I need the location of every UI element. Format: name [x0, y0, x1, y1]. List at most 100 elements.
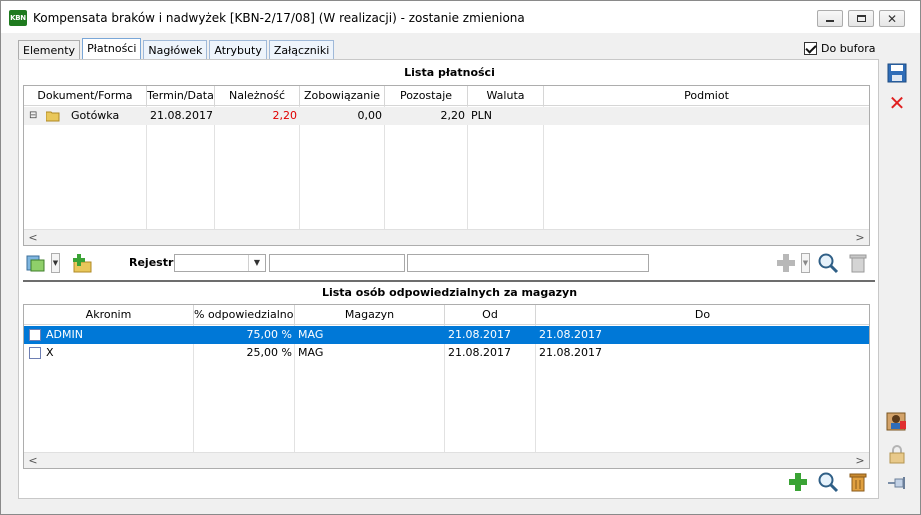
- trash-icon: [849, 473, 867, 492]
- add-responsible-button[interactable]: [786, 471, 810, 493]
- table-row[interactable]: ⊟ Gotówka 21.08.2017 2,20 0,00 2,20 PLN: [24, 107, 869, 125]
- od-cell: 21.08.2017: [448, 328, 511, 341]
- payment-entity: [544, 107, 869, 125]
- magnifier-icon: [818, 472, 839, 493]
- padlock-icon: [889, 445, 905, 464]
- settle-dropdown-button[interactable]: ▼: [51, 253, 60, 273]
- close-button[interactable]: ✕: [879, 10, 905, 27]
- add-button-disabled[interactable]: [774, 252, 798, 274]
- do-cell: 21.08.2017: [539, 328, 602, 341]
- col-do[interactable]: Do: [536, 305, 869, 325]
- users-icon: [886, 412, 906, 431]
- responsible-grid[interactable]: Akronim % odpowiedzialności Magazyn Od D…: [23, 304, 870, 469]
- bufor-checkbox[interactable]: [804, 42, 817, 55]
- folder-icon: [46, 107, 60, 125]
- payments-grid[interactable]: Dokument/Forma Termin/Data Należność Zob…: [23, 85, 870, 246]
- lock-button[interactable]: [885, 442, 909, 466]
- payments-header: Dokument/Forma Termin/Data Należność Zob…: [24, 86, 869, 106]
- rejestr-code-field[interactable]: [269, 254, 405, 272]
- payments-tab-panel: Lista płatności Dokument/Forma Termin/Da…: [18, 59, 879, 499]
- red-x-icon: ✕: [888, 91, 906, 115]
- pin-icon: [888, 477, 905, 489]
- app-logo-icon: KBN: [9, 10, 27, 26]
- plus-icon: [777, 254, 795, 272]
- col-waluta[interactable]: Waluta: [468, 86, 544, 106]
- payments-hscrollbar[interactable]: < >: [24, 229, 869, 245]
- rejestr-select[interactable]: ▼: [174, 254, 266, 272]
- responsible-header: Akronim % odpowiedzialności Magazyn Od D…: [24, 305, 869, 325]
- akronim-cell: X: [46, 346, 54, 359]
- add-payment-button[interactable]: [70, 252, 94, 274]
- title-bar: KBN Kompensata braków i nadwyżek [KBN-2/…: [1, 1, 920, 33]
- close-icon: ✕: [886, 11, 898, 26]
- trash-icon: [849, 254, 867, 273]
- col-termin[interactable]: Termin/Data: [147, 86, 215, 106]
- bufor-label: Do bufora: [821, 42, 876, 55]
- col-podmiot[interactable]: Podmiot: [544, 86, 869, 106]
- document-window: KBN Kompensata braków i nadwyżek [KBN-2/…: [0, 0, 921, 515]
- col-od[interactable]: Od: [445, 305, 536, 325]
- do-cell: 21.08.2017: [539, 346, 602, 359]
- tab-naglowek[interactable]: Nagłówek: [143, 40, 208, 60]
- col-pozostaje[interactable]: Pozostaje: [385, 86, 468, 106]
- od-cell: 21.08.2017: [448, 346, 511, 359]
- scroll-right-icon[interactable]: >: [853, 454, 867, 467]
- payment-currency: PLN: [471, 109, 492, 122]
- tab-atrybuty[interactable]: Atrybuty: [209, 40, 267, 60]
- row-checkbox[interactable]: [29, 347, 41, 359]
- maximize-button[interactable]: [848, 10, 874, 27]
- add-dropdown-button[interactable]: ▼: [801, 253, 810, 273]
- view-payment-button[interactable]: [816, 252, 840, 274]
- col-zobowiazanie[interactable]: Zobowiązanie: [300, 86, 385, 106]
- money-icon: [26, 255, 45, 272]
- table-row[interactable]: X 25,00 % MAG 21.08.2017 21.08.2017: [24, 344, 869, 362]
- responsible-hscrollbar[interactable]: < >: [24, 452, 869, 468]
- tab-platnosci[interactable]: Płatności: [82, 38, 142, 61]
- magnifier-icon: [818, 253, 839, 274]
- tab-elementy[interactable]: Elementy: [18, 40, 81, 60]
- payment-form: Gotówka: [71, 109, 120, 122]
- scroll-right-icon[interactable]: >: [853, 231, 867, 244]
- row-checkbox[interactable]: [29, 329, 41, 341]
- cancel-button[interactable]: ✕: [885, 91, 909, 115]
- payment-date: 21.08.2017: [150, 109, 213, 122]
- tab-zalaczniki[interactable]: Załączniki: [268, 40, 335, 60]
- scroll-left-icon[interactable]: <: [26, 231, 40, 244]
- col-akronim[interactable]: Akronim: [24, 305, 194, 325]
- akronim-cell: ADMIN: [46, 328, 83, 341]
- tab-strip: Elementy Płatności Nagłówek Atrybuty Zał…: [18, 38, 336, 61]
- payments-title: Lista płatności: [404, 66, 495, 79]
- magazyn-cell: MAG: [298, 346, 324, 359]
- table-row-selected[interactable]: ADMIN 75,00 % MAG 21.08.2017 21.08.2017: [24, 326, 869, 344]
- chevron-down-icon[interactable]: ▼: [248, 255, 265, 271]
- section-splitter[interactable]: [23, 280, 875, 282]
- responsible-title: Lista osób odpowiedzialnych za magazyn: [321, 286, 578, 299]
- bufor-toggle[interactable]: Do bufora: [804, 42, 876, 55]
- view-responsible-button[interactable]: [816, 471, 840, 493]
- minimize-button[interactable]: [817, 10, 843, 27]
- procent-cell: 75,00 %: [246, 328, 292, 341]
- payment-liability: 0,00: [357, 109, 383, 122]
- col-magazyn[interactable]: Magazyn: [295, 305, 445, 325]
- payment-settle-button[interactable]: [24, 252, 48, 274]
- scroll-left-icon[interactable]: <: [26, 454, 40, 467]
- responsible-persons-button[interactable]: [885, 409, 909, 433]
- col-procent[interactable]: % odpowiedzialności: [194, 305, 295, 325]
- floppy-disk-icon: [887, 63, 907, 83]
- rejestr-label: Rejestr:: [129, 256, 178, 269]
- rejestr-name-field[interactable]: [407, 254, 649, 272]
- plus-icon: [789, 473, 807, 491]
- collapse-icon[interactable]: ⊟: [26, 107, 46, 125]
- col-naleznosc[interactable]: Należność: [215, 86, 300, 106]
- procent-cell: 25,00 %: [246, 346, 292, 359]
- pin-button[interactable]: [885, 471, 909, 495]
- delete-payment-button[interactable]: [846, 252, 870, 274]
- minimize-icon: [826, 20, 834, 22]
- window-title: Kompensata braków i nadwyżek [KBN-2/17/0…: [33, 11, 525, 25]
- save-button[interactable]: [885, 61, 909, 85]
- payment-remaining: 2,20: [440, 109, 466, 122]
- col-dokument[interactable]: Dokument/Forma: [24, 86, 147, 106]
- delete-responsible-button[interactable]: [846, 471, 870, 493]
- add-folder-icon: [73, 254, 92, 273]
- magazyn-cell: MAG: [298, 328, 324, 341]
